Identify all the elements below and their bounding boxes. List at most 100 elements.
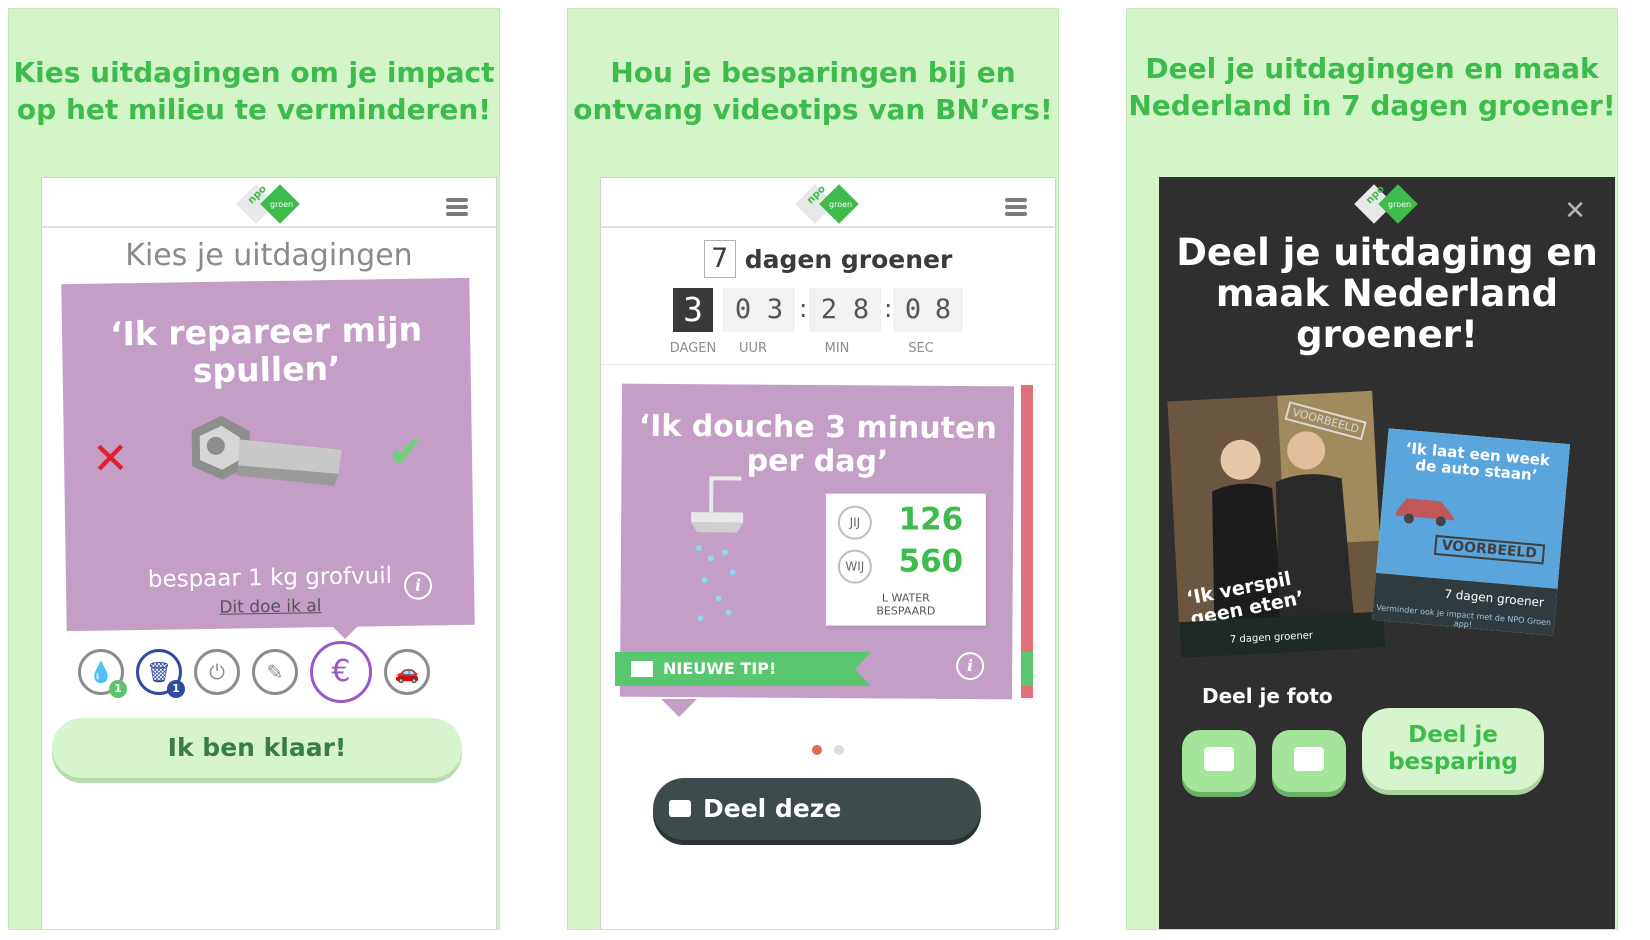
panel-caption: Kies uitdagingen om je impact op het mil…: [9, 54, 499, 128]
share-title-line: groener!: [1296, 313, 1478, 356]
reject-x-icon[interactable]: ✕: [92, 433, 130, 485]
countdown-days-digit: 3: [673, 288, 713, 332]
screenshot-panel-track-savings: Hou je besparingen bij en ontvang videot…: [567, 8, 1059, 930]
countdown-minutes-digit: 8: [841, 288, 881, 332]
we-saved-value: 560: [898, 543, 964, 580]
divider: [601, 364, 1055, 365]
savings-button-line: besparing: [1388, 749, 1518, 775]
savings-stats: JIJ 126 WIJ 560 L WATER BESPAARD: [825, 493, 986, 626]
caption-line: Nederland in 7 dagen groener!: [1128, 89, 1616, 122]
logo-groen-text: groen: [1388, 200, 1411, 209]
top-bar: npo groen: [601, 178, 1055, 228]
share-photo-label: Deel je foto: [1202, 684, 1333, 708]
car-icon: 🚗: [394, 660, 420, 684]
countdown-unit-label: MIN: [824, 341, 850, 356]
you-badge: JIJ: [837, 505, 872, 540]
category-energy-button[interactable]: ⏻: [194, 649, 240, 695]
caption-line: Kies uitdagingen om je impact: [13, 56, 495, 89]
count-badge: 1: [167, 680, 185, 698]
countdown-colon: :: [884, 294, 893, 323]
new-tip-ribbon[interactable]: NIEUWE TIP!: [615, 652, 871, 686]
gallery-icon: [1294, 747, 1324, 771]
category-food-button[interactable]: ✎: [252, 649, 298, 695]
days-number: 7: [703, 240, 736, 278]
panel-caption: Hou je besparingen bij en ontvang videot…: [568, 54, 1058, 128]
days-counter-title: 7 dagen groener: [601, 240, 1055, 278]
panel-caption: Deel je uitdagingen en maak Nederland in…: [1127, 50, 1617, 124]
top-bar: npo groen: [42, 178, 496, 228]
caption-line: Hou je besparingen bij en: [610, 56, 1016, 89]
example-photo-card: VOORBEELD ‘Ik verspil geen eten’ 7 dagen…: [1167, 390, 1386, 659]
card-pointer: [327, 621, 363, 639]
share-button-label: Deel deze uitdaging: [703, 794, 842, 885]
countdown-hours-digit: 3: [755, 288, 795, 332]
category-waste-button[interactable]: 🗑 1: [136, 649, 185, 698]
new-tip-label: NIEUWE TIP!: [663, 659, 777, 678]
share-title-line: Deel je uitdaging en: [1176, 231, 1598, 274]
camera-icon: [1204, 747, 1234, 771]
car-icon: [1395, 498, 1455, 527]
share-savings-button[interactable]: Deel je besparing: [1362, 708, 1544, 790]
category-money-button[interactable]: €: [310, 641, 372, 703]
category-water-button[interactable]: 💧 1: [78, 649, 127, 698]
phone-screen: npo groen Kies je uitdagingen ‘Ik repare…: [41, 177, 497, 929]
share-challenge-button[interactable]: Deel deze uitdaging: [653, 778, 981, 885]
page-dot-active[interactable]: [812, 745, 822, 755]
hamburger-menu-icon[interactable]: [1005, 198, 1027, 216]
challenge-card: ‘Ik repareer mijn spullen’ ✕ ✔ bespaar 1…: [61, 277, 475, 632]
page-dot[interactable]: [834, 745, 844, 755]
npo-groen-logo: npo groen: [236, 184, 300, 224]
plug-icon: ⏻: [209, 660, 225, 684]
wrench-icon: [191, 415, 342, 486]
water-drop-icon: 💧: [88, 660, 114, 684]
countdown-colon: :: [799, 294, 808, 323]
countdown-unit-label: SEC: [908, 341, 934, 356]
countdown-timer: 3 0 3 : 2 8 : 0 8: [601, 288, 1055, 332]
envelope-icon: [631, 661, 653, 677]
share-card-brand: 7 dagen groener: [1443, 586, 1545, 610]
savings-unit-caption: L WATER BESPAARD: [826, 592, 986, 618]
countdown-seconds-digit: 8: [923, 288, 963, 332]
next-ribbon-peek: [1021, 652, 1033, 686]
close-icon[interactable]: ✕: [1564, 196, 1586, 226]
category-row: 💧 1 🗑 1 ⏻ ✎ € 🚗: [78, 641, 478, 711]
caption-line: ontvang videotips van BN’ers!: [573, 93, 1053, 126]
phone-screen: npo groen 7 dagen groener 3 0 3 : 2 8 : …: [600, 177, 1056, 929]
camera-icon: [669, 800, 691, 817]
phone-screen: npo groen ✕ Deel je uitdaging en maak Ne…: [1159, 177, 1615, 929]
days-label: dagen groener: [744, 244, 953, 274]
accept-check-icon[interactable]: ✔: [388, 427, 426, 479]
npo-groen-logo: npo groen: [795, 184, 859, 224]
npo-groen-logo: npo groen: [1354, 184, 1418, 224]
you-saved-value: 126: [898, 501, 964, 538]
carrot-icon: ✎: [266, 660, 284, 684]
info-icon[interactable]: i: [956, 651, 985, 681]
screenshot-panel-share: Deel je uitdagingen en maak Nederland in…: [1126, 8, 1618, 930]
caption-line: BESPAARD: [876, 604, 936, 618]
take-photo-button[interactable]: [1182, 730, 1256, 792]
page-indicator: [601, 740, 1055, 759]
choose-photo-button[interactable]: [1272, 730, 1346, 792]
example-share-card: ‘Ik laat een week de auto staan’ VOORBEE…: [1371, 428, 1571, 636]
challenge-title-line: spullen’: [192, 348, 341, 391]
count-badge: 1: [109, 680, 127, 698]
caption-line: Deel je uitdagingen en maak: [1145, 52, 1599, 85]
category-transport-button[interactable]: 🚗: [384, 649, 430, 695]
card-pointer: [661, 699, 697, 717]
logo-groen-text: groen: [829, 200, 852, 209]
share-title: Deel je uitdaging en maak Nederland groe…: [1160, 232, 1614, 355]
trash-bin-icon: 🗑: [146, 660, 172, 684]
we-badge: WIJ: [837, 549, 872, 584]
hamburger-menu-icon[interactable]: [446, 198, 468, 216]
savings-button-line: Deel je: [1408, 722, 1498, 748]
done-button[interactable]: Ik ben klaar!: [52, 718, 462, 778]
countdown-unit-label: DAGEN: [669, 341, 717, 356]
share-title-line: maak Nederland: [1215, 272, 1559, 315]
caption-line: op het milieu te verminderen!: [16, 93, 492, 126]
challenge-title-line: ‘Ik repareer mijn: [109, 309, 423, 354]
challenge-title-line: ‘Ik douche 3 minuten: [638, 408, 997, 447]
shower-icon: [691, 476, 744, 622]
screen-title: Kies je uitdagingen: [125, 238, 413, 273]
screenshot-panel-choose-challenges: Kies uitdagingen om je impact op het mil…: [8, 8, 500, 930]
caption-line: L WATER: [881, 591, 930, 605]
